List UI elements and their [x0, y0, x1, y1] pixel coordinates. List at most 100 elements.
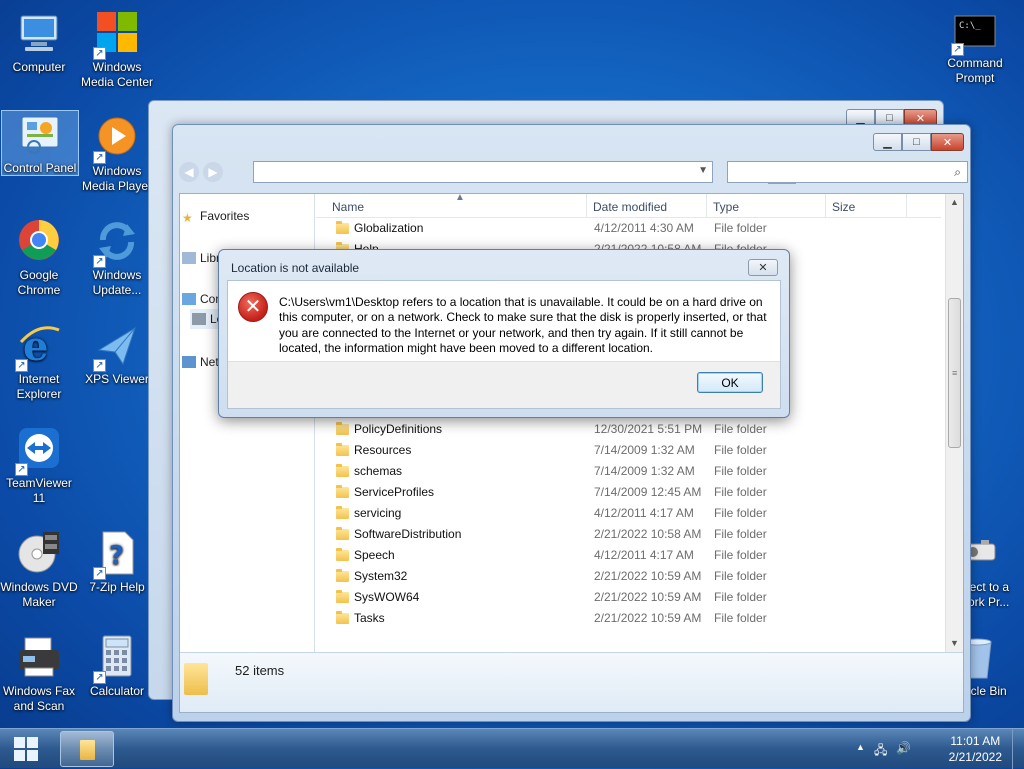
column-type[interactable]: Type — [713, 200, 739, 214]
location-not-available-dialog[interactable]: Location is not available ✕ ✕ C:\Users\v… — [218, 249, 790, 418]
desktop-icon-internet-explorer[interactable]: e ↗ Internet Explorer — [0, 322, 78, 402]
desktop-icon-calculator[interactable]: ↗ Calculator — [78, 634, 156, 699]
folder-icon — [336, 485, 349, 498]
control-panel-icon — [16, 111, 64, 159]
file-date-modified: 7/14/2009 12:45 AM — [594, 485, 702, 499]
show-desktop-button[interactable] — [1012, 729, 1024, 769]
file-date-modified: 7/14/2009 1:32 AM — [594, 464, 695, 478]
scroll-up-icon[interactable]: ▲ — [946, 194, 963, 211]
column-name[interactable]: Name — [332, 200, 364, 214]
desktop-icon-windows-update[interactable]: ↗ Windows Update... — [78, 218, 156, 298]
clock[interactable]: 11:01 AM 2/21/2022 — [949, 733, 1002, 765]
ok-button[interactable]: OK — [697, 372, 763, 393]
minimize-icon: ▁ — [883, 136, 892, 149]
file-row[interactable]: System32 2/21/2022 10:59 AM File folder — [316, 566, 941, 587]
folder-icon — [336, 443, 349, 456]
desktop-icon-command-prompt[interactable]: C:\_ ↗ Command Prompt — [936, 14, 1014, 86]
file-type: File folder — [714, 548, 767, 562]
minimize-button[interactable]: ▁ — [873, 133, 902, 151]
back-button[interactable]: ◀ — [179, 162, 199, 182]
column-divider[interactable] — [586, 194, 587, 218]
desktop-icon-label: Computer — [12, 60, 66, 74]
dialog-message: C:\Users\vm1\Desktop refers to a locatio… — [279, 295, 767, 355]
volume-icon[interactable]: 🔊 — [896, 741, 911, 755]
shortcut-arrow-icon: ↗ — [93, 567, 106, 580]
desktop-icon-windows-fax-and-scan[interactable]: Windows Fax and Scan — [0, 634, 78, 714]
show-hidden-icons-icon[interactable]: ▲ — [856, 742, 865, 752]
desktop-icon-label: Windows DVD Maker — [0, 580, 78, 609]
desktop-icon-xps-viewer[interactable]: ↗ XPS Viewer — [78, 322, 156, 387]
clock-time: 11:01 AM — [950, 734, 1001, 748]
file-row[interactable]: SysWOW64 2/21/2022 10:59 AM File folder — [316, 587, 941, 608]
forward-button[interactable]: ▶ — [203, 162, 223, 182]
file-type: File folder — [714, 221, 767, 235]
file-date-modified: 2/21/2022 10:59 AM — [594, 569, 702, 583]
item-count: 52 items — [235, 663, 285, 678]
windows-logo-icon — [14, 737, 25, 748]
close-button[interactable]: ✕ — [931, 133, 964, 151]
shortcut-arrow-icon: ↗ — [93, 671, 106, 684]
file-date-modified: 4/12/2011 4:30 AM — [594, 221, 694, 235]
dialog-close-button[interactable]: ✕ — [748, 259, 778, 276]
file-date-modified: 4/12/2011 4:17 AM — [594, 506, 694, 520]
file-row[interactable]: Speech 4/12/2011 4:17 AM File folder — [316, 545, 941, 566]
internet-explorer-icon: e ↗ — [15, 322, 63, 372]
scroll-down-icon[interactable]: ▼ — [946, 635, 963, 652]
svg-text:?: ? — [109, 541, 124, 571]
file-name: ServiceProfiles — [354, 485, 435, 499]
file-row[interactable]: Tasks 2/21/2022 10:59 AM File folder — [316, 608, 941, 629]
column-divider[interactable] — [706, 194, 707, 218]
column-date-modified[interactable]: Date modified — [593, 200, 667, 214]
file-date-modified: 12/30/2021 5:51 PM — [594, 422, 703, 436]
file-row[interactable]: servicing 4/12/2011 4:17 AM File folder — [316, 503, 941, 524]
folder-icon — [184, 663, 208, 695]
desktop-icon-windows-dvd-maker[interactable]: Windows DVD Maker — [0, 530, 78, 610]
scrollbar-thumb[interactable]: ≡ — [948, 298, 961, 448]
desktop-icon-windows-media-player[interactable]: ↗ Windows Media Player — [78, 114, 156, 194]
desktop-icon-computer[interactable]: Computer — [0, 10, 78, 75]
chevron-down-icon[interactable]: ▼ — [698, 165, 708, 176]
column-divider[interactable] — [906, 194, 907, 218]
file-type: File folder — [714, 611, 767, 625]
taskbar-item-explorer[interactable] — [60, 731, 114, 767]
address-bar[interactable]: ▼ ↻ — [253, 161, 796, 184]
desktop-icon-7zip-help[interactable]: ? ↗ 7-Zip Help — [78, 530, 156, 595]
folder-icon — [336, 527, 349, 540]
maximize-button[interactable]: □ — [902, 133, 931, 151]
start-button[interactable] — [6, 733, 46, 765]
file-row[interactable]: Globalization 4/12/2011 4:30 AM File folde… — [316, 218, 941, 239]
help-file-icon: ? ↗ — [93, 530, 141, 580]
nav-item-favorites[interactable]: ★ Favorites — [180, 206, 249, 226]
explorer-window[interactable]: ▁ □ ✕ ◀ ▶ ▼ ↻ ⌕ ★Favorites Libra Comp Lo — [172, 124, 971, 722]
shortcut-arrow-icon: ↗ — [15, 463, 28, 476]
desktop-icon-windows-media-center[interactable]: ↗ Windows Media Center — [78, 10, 156, 90]
desktop-icon-teamviewer[interactable]: ↗ TeamViewer 11 — [0, 426, 78, 506]
file-name: Globalization — [354, 221, 424, 235]
column-divider[interactable] — [825, 194, 826, 218]
file-name: SysWOW64 — [354, 590, 420, 604]
vertical-scrollbar[interactable]: ▲ ≡ ▼ — [945, 194, 963, 652]
file-type: File folder — [714, 485, 767, 499]
file-row[interactable]: ServiceProfiles 7/14/2009 12:45 AM File fo… — [316, 482, 941, 503]
file-row[interactable]: SoftwareDistribution 2/21/2022 10:58 AM Fi… — [316, 524, 941, 545]
file-date-modified: 4/12/2011 4:17 AM — [594, 548, 694, 562]
column-size[interactable]: Size — [832, 200, 855, 214]
desktop-icon-google-chrome[interactable]: Google Chrome — [0, 218, 78, 298]
computer-icon — [182, 293, 196, 305]
desktop-icon-label: Windows Fax and Scan — [2, 684, 76, 713]
folder-icon — [336, 611, 349, 624]
file-type: File folder — [714, 422, 767, 436]
taskbar: ▲ 🖧 🔊 11:01 AM 2/21/2022 — [0, 728, 1024, 769]
desktop-icon-label: 7-Zip Help — [89, 580, 145, 594]
file-row[interactable]: Resources 7/14/2009 1:32 AM File folder — [316, 440, 941, 461]
desktop-icon-control-panel[interactable]: Control Panel — [1, 110, 79, 176]
file-type: File folder — [714, 443, 767, 457]
search-input[interactable]: ⌕ — [727, 161, 968, 183]
file-type: File folder — [714, 590, 767, 604]
file-row[interactable]: PolicyDefinitions 12/30/2021 5:51 PM File … — [316, 419, 941, 440]
network-icon[interactable]: 🖧 — [874, 741, 887, 762]
file-row[interactable]: schemas 7/14/2009 1:32 AM File folder — [316, 461, 941, 482]
system-tray: ▲ 🖧 🔊 11:01 AM 2/21/2022 — [854, 729, 1024, 769]
network-icon — [182, 356, 196, 368]
desktop-icon-label: XPS Viewer — [85, 372, 149, 386]
